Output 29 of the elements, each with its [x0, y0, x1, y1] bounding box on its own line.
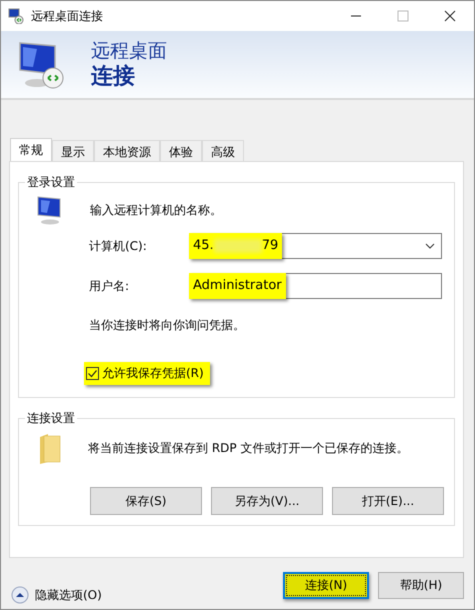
options-toggle[interactable]: 隐藏选项(O) [11, 586, 102, 604]
tab[interactable]: 高级 [202, 140, 244, 161]
computer-field[interactable]: 45. 79 [189, 233, 442, 259]
header-title: 远程桌面 [91, 38, 167, 62]
username-field[interactable]: Administrator [189, 273, 442, 299]
highlighted-value: 45. 79 [189, 232, 282, 258]
window-title: 远程桌面连接 [31, 8, 103, 24]
field-label: 用户名: [89, 278, 130, 294]
group-title: 登录设置 [26, 174, 76, 191]
group-title: 连接设置 [26, 410, 76, 427]
highlighted-value: Administrator [189, 272, 286, 298]
tab[interactable]: 本地资源 [94, 140, 160, 161]
credentials-note: 当你连接时将向你询问凭据。 [89, 317, 246, 334]
field-label: 计算机(C): [89, 238, 148, 254]
dialog-button[interactable]: 保存(S) [90, 487, 202, 515]
save-credentials-checkbox[interactable]: 允许我保存凭据(R) [84, 362, 210, 385]
header-subtitle: 连接 [91, 62, 136, 90]
dropdown-icon [425, 243, 435, 249]
close-icon[interactable] [444, 10, 456, 22]
dialog-button[interactable]: 帮助(H) [378, 572, 464, 598]
tab[interactable]: 显示 [52, 140, 94, 161]
dialog-button[interactable]: 打开(E)... [332, 487, 444, 515]
description-text: 将当前连接设置保存到 RDP 文件或打开一个已保存的连接。 [88, 440, 408, 456]
tab[interactable]: 常规 [10, 138, 52, 161]
app-icon [8, 8, 24, 24]
prompt-text: 输入远程计算机的名称。 [90, 202, 222, 218]
tab[interactable]: 体验 [160, 140, 202, 161]
dialog-button[interactable]: 另存为(V)... [211, 487, 323, 515]
dialog-button[interactable]: 连接(N) [283, 572, 369, 598]
